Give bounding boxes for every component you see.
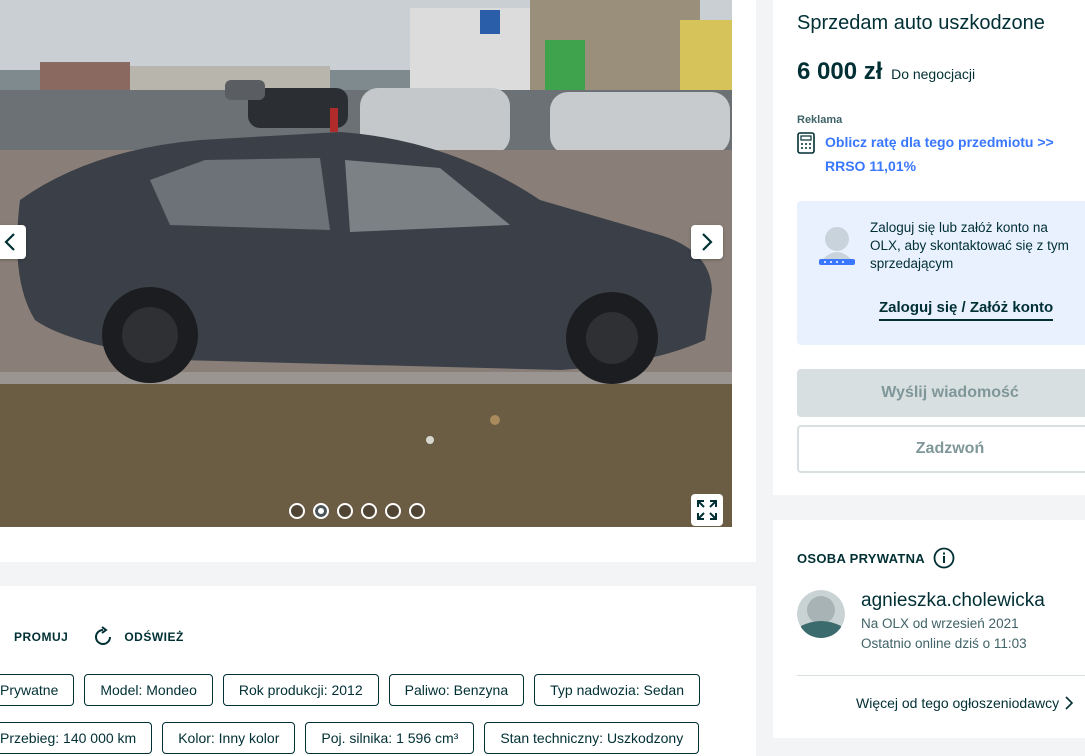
parameter-tag: Typ nadwozia: Sedan (534, 674, 701, 706)
expand-icon (697, 500, 717, 520)
car-photo (0, 0, 732, 527)
login-link[interactable]: Zaloguj się / Załóż konto (879, 299, 1054, 321)
parameter-tag: Przebieg: 140 000 km (0, 722, 153, 754)
chevron-right-icon (1065, 696, 1074, 710)
seller-type-label: OSOBA PRYWATNA (797, 550, 925, 566)
listing-summary-card: Sprzedam auto uszkodzone 6 000 zł Do neg… (773, 0, 1085, 495)
call-button[interactable]: Zadzwoń (797, 425, 1085, 473)
refresh-button[interactable]: ODŚWIEŻ (92, 626, 184, 648)
installment-calculator-link[interactable]: Oblicz ratę dla tego przedmiotu >> RRSO … (797, 130, 1085, 178)
ad-label: Reklama (797, 114, 843, 126)
user-avatar-icon (797, 590, 845, 638)
tag-row: Prywatne Model: Mondeo Rok produkcji: 2012… (0, 674, 756, 706)
gallery-dot[interactable] (337, 503, 353, 519)
gallery-dot[interactable] (289, 503, 305, 519)
calculator-icon (797, 132, 815, 154)
seller-type: OSOBA PRYWATNA (797, 547, 955, 569)
gallery-dots (289, 503, 425, 519)
chevron-left-icon (4, 233, 15, 251)
promote-icon (0, 627, 4, 647)
listing-price: 6 000 zł Do negocjacji (797, 58, 975, 86)
listing-title: Sprzedam auto uszkodzone (797, 12, 1045, 34)
promote-button[interactable]: PROMUJ (0, 627, 68, 647)
seller-last-online: Ostatnio online dziś o 11:03 (861, 636, 1027, 651)
parameter-tag: Rok produkcji: 2012 (222, 674, 379, 706)
gallery-dot[interactable] (361, 503, 377, 519)
divider (797, 675, 1085, 676)
gallery-dot[interactable] (385, 503, 401, 519)
more-from-seller-label: Więcej od tego ogłoszeniodawcy (856, 695, 1060, 711)
info-icon[interactable] (933, 547, 955, 569)
parameter-tag: Stan techniczny: Uszkodzony (484, 722, 700, 754)
ad-link-text: Oblicz ratę dla tego przedmiotu >> RRSO … (825, 134, 1054, 174)
send-message-button[interactable]: Wyślij wiadomość (797, 369, 1085, 417)
listing-actions: PROMUJ ODŚWIEŻ (0, 626, 184, 648)
refresh-icon (95, 626, 112, 645)
login-prompt: Zaloguj się lub załóż konto na OLX, aby … (797, 201, 1085, 345)
negotiable-label: Do negocjacji (891, 66, 976, 82)
parameter-tag: Paliwo: Benzyna (388, 674, 525, 706)
login-illustration-icon (819, 227, 855, 265)
parameter-tag: Prywatne (0, 674, 75, 706)
gallery-dot[interactable] (409, 503, 425, 519)
parameter-tag: Poj. silnika: 1 596 cm³ (305, 722, 475, 754)
promote-label: PROMUJ (14, 630, 69, 644)
listing-details: PROMUJ ODŚWIEŻ Prywatne Model: Mondeo Rok … (0, 586, 756, 756)
refresh-label: ODŚWIEŻ (124, 630, 184, 644)
next-image-button[interactable] (691, 225, 723, 259)
seller-name: agnieszka.cholewicka (861, 590, 1045, 611)
image-gallery (0, 0, 756, 562)
gallery-dot[interactable] (313, 503, 329, 519)
parameter-tag: Model: Mondeo (84, 674, 213, 706)
seller-card: OSOBA PRYWATNA agnieszka.cholewicka Na O… (773, 520, 1085, 738)
parameter-tag: Kolor: Inny kolor (162, 722, 296, 754)
tag-row: Przebieg: 140 000 km Kolor: Inny kolor Poj… (0, 722, 756, 754)
listing-photo[interactable] (0, 0, 732, 527)
avatar (797, 590, 845, 638)
previous-image-button[interactable] (0, 225, 26, 259)
login-prompt-text: Zaloguj się lub załóż konto na OLX, aby … (870, 220, 1069, 271)
fullscreen-button[interactable] (691, 494, 723, 526)
chevron-right-icon (702, 233, 713, 251)
seller-since: Na OLX od wrzesień 2021 (861, 616, 1019, 631)
price-value: 6 000 zł (797, 58, 883, 85)
parameter-tags: Prywatne Model: Mondeo Rok produkcji: 2012… (0, 674, 756, 756)
more-from-seller-link[interactable]: Więcej od tego ogłoszeniodawcy (856, 695, 1074, 711)
